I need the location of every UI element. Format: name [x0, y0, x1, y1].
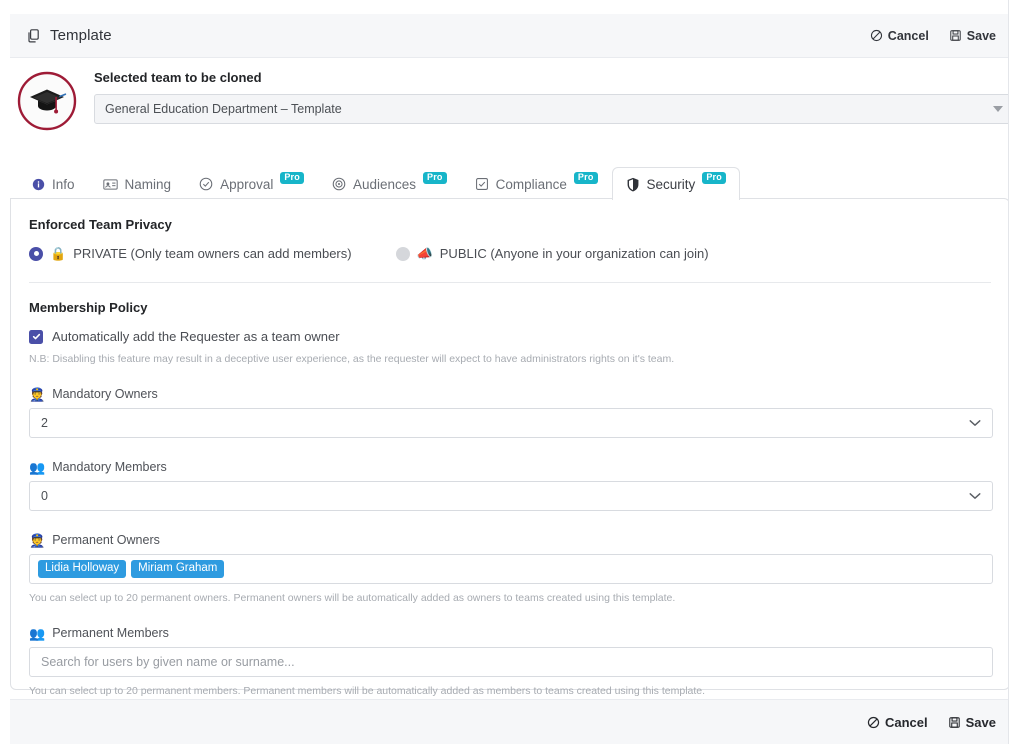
people-icon: 👥 — [29, 459, 46, 475]
permanent-members-input[interactable]: Search for users by given name or surnam… — [29, 647, 993, 677]
page-title: Template — [26, 27, 112, 44]
field-label-text: Mandatory Members — [52, 460, 167, 474]
mandatory-owners-select[interactable]: 2 — [29, 408, 993, 438]
mandatory-owners-label: 👮 Mandatory Owners — [29, 387, 991, 401]
privacy-radio-group: 🔒 PRIVATE (Only team owners can add memb… — [29, 246, 991, 261]
membership-policy-title: Membership Policy — [29, 300, 148, 315]
mandatory-members-value: 0 — [41, 489, 48, 503]
tab-naming[interactable]: Naming — [89, 167, 186, 200]
selected-team-label: Selected team to be cloned — [94, 70, 262, 85]
field-label-text: Permanent Members — [52, 626, 169, 640]
user-chip[interactable]: Miriam Graham — [131, 559, 225, 579]
ban-icon — [870, 29, 883, 42]
people-icon: 👥 — [29, 625, 46, 641]
bottom-toolbar-actions: Cancel Save — [867, 715, 996, 730]
save-label: Save — [965, 714, 996, 730]
floppy-disk-icon — [948, 716, 961, 729]
bottom-toolbar: Cancel Save — [10, 699, 1010, 744]
mandatory-owners-value: 2 — [41, 416, 48, 430]
avatar — [16, 70, 78, 132]
permanent-owners-label: 👮 Permanent Owners — [29, 533, 991, 547]
section-divider — [29, 282, 991, 283]
check-circle-icon — [199, 177, 213, 191]
radio-option-public[interactable]: 📣 PUBLIC (Anyone in your organization ca… — [395, 246, 709, 261]
pro-badge: Pro — [702, 172, 726, 184]
selected-team-value: General Education Department – Template — [105, 102, 342, 116]
tab-approval[interactable]: Approval Pro — [185, 167, 318, 200]
radio-label: PUBLIC (Anyone in your organization can … — [439, 246, 709, 261]
ban-icon — [867, 716, 880, 729]
field-label-text: Permanent Owners — [52, 533, 160, 547]
radio-indicator — [395, 246, 410, 261]
info-circle-icon — [32, 178, 45, 191]
top-toolbar: Template Cancel Save — [10, 14, 1010, 58]
radio-label: PRIVATE (Only team owners can add member… — [73, 246, 352, 261]
enforced-team-privacy-title: Enforced Team Privacy — [29, 217, 172, 232]
tab-label: Security — [646, 176, 696, 192]
permanent-members-placeholder: Search for users by given name or surnam… — [41, 655, 295, 669]
team-fields: Selected team to be cloned General Educa… — [94, 66, 1014, 124]
tab-audiences[interactable]: Audiences Pro — [318, 167, 461, 200]
tab-label: Approval — [220, 176, 274, 192]
field-label-text: Mandatory Owners — [52, 387, 158, 401]
page-title-text: Template — [50, 27, 112, 44]
tab-compliance[interactable]: Compliance Pro — [461, 167, 612, 200]
tab-label: Info — [52, 176, 75, 192]
cancel-label: Cancel — [887, 28, 929, 43]
cancel-label: Cancel — [884, 714, 928, 730]
target-icon — [332, 177, 346, 191]
radio-indicator — [29, 246, 43, 261]
floppy-disk-icon — [949, 29, 962, 42]
chevron-down-icon — [969, 419, 981, 427]
chevron-down-icon — [969, 492, 981, 500]
save-label: Save — [966, 28, 996, 43]
user-chip[interactable]: Lidia Holloway — [38, 559, 127, 579]
auto-add-requester-note: N.B: Disabling this feature may result i… — [29, 353, 675, 365]
tab-bar: Info Naming Approval Pro Audiences Pro C… — [10, 166, 1010, 200]
vertical-scrollbar[interactable] — [1008, 0, 1024, 744]
top-toolbar-actions: Cancel Save — [870, 29, 996, 43]
cancel-button-bottom[interactable]: Cancel — [867, 715, 928, 730]
security-panel: Enforced Team Privacy 🔒 PRIVATE (Only te… — [10, 198, 1010, 697]
permanent-members-help: You can select up to 20 permanent member… — [29, 685, 706, 697]
auto-add-requester-checkbox[interactable]: Automatically add the Requester as a tea… — [29, 329, 991, 344]
person-icon: 👮 — [29, 386, 46, 402]
triangle-down-icon — [993, 106, 1003, 112]
pro-badge: Pro — [423, 172, 447, 184]
person-icon: 👮 — [29, 532, 46, 548]
mandatory-members-select[interactable]: 0 — [29, 481, 993, 511]
tab-label: Audiences — [352, 176, 417, 192]
save-button[interactable]: Save — [949, 29, 996, 43]
mandatory-members-label: 👥 Mandatory Members — [29, 460, 991, 474]
checkbox-icon — [475, 177, 489, 191]
permanent-owners-help: You can select up to 20 permanent owners… — [29, 592, 676, 604]
tab-label: Naming — [124, 176, 172, 192]
auto-add-requester-label: Automatically add the Requester as a tea… — [52, 329, 340, 344]
permanent-owners-input[interactable]: Lidia Holloway Miriam Graham — [29, 554, 993, 584]
selected-team-row: Selected team to be cloned General Educa… — [10, 66, 1014, 142]
save-button-bottom[interactable]: Save — [948, 715, 996, 730]
shield-icon — [626, 177, 640, 192]
megaphone-icon: 📣 — [416, 246, 433, 261]
pro-badge: Pro — [573, 172, 598, 184]
id-card-icon — [102, 178, 118, 191]
radio-option-private[interactable]: 🔒 PRIVATE (Only team owners can add memb… — [29, 246, 352, 261]
tab-label: Compliance — [495, 176, 567, 192]
cancel-button[interactable]: Cancel — [870, 29, 929, 43]
template-editor-page: Template Cancel Save Selected team to be… — [0, 0, 1024, 744]
tab-info[interactable]: Info — [18, 167, 89, 200]
checkbox-indicator — [29, 329, 43, 344]
pro-badge: Pro — [280, 172, 304, 184]
selected-team-select[interactable]: General Education Department – Template — [94, 94, 1014, 124]
copy-icon — [26, 28, 42, 44]
tab-security[interactable]: Security Pro — [611, 167, 740, 200]
permanent-members-label: 👥 Permanent Members — [29, 626, 991, 640]
lock-icon: 🔒 — [50, 246, 67, 261]
